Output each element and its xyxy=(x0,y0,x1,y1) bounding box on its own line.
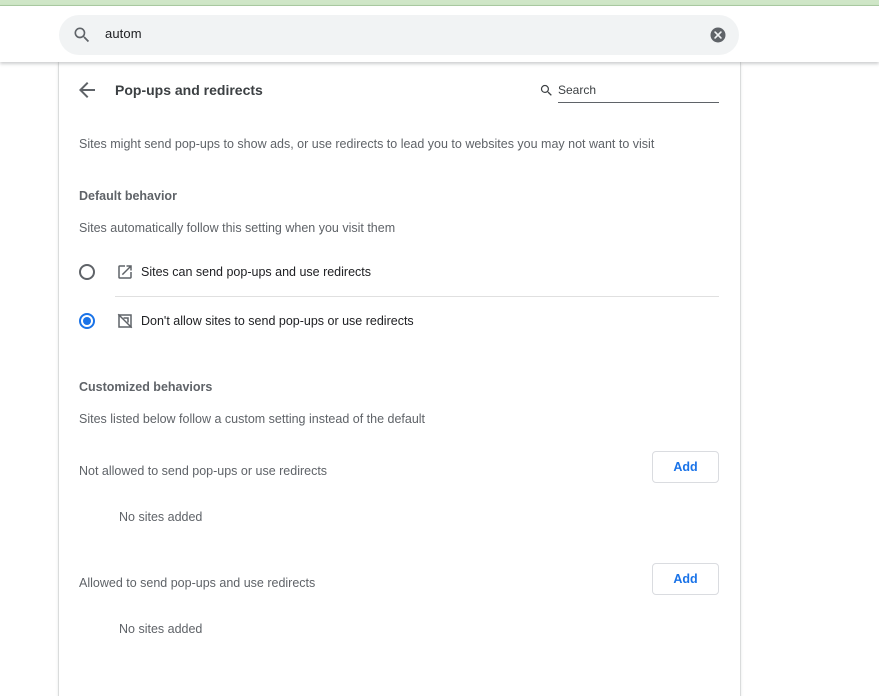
default-behavior-subtitle: Sites automatically follow this setting … xyxy=(79,221,396,235)
settings-search-bar[interactable]: autom xyxy=(59,15,739,55)
page-description: Sites might send pop-ups to show ads, or… xyxy=(79,137,655,151)
add-allowed-site-button[interactable]: Add xyxy=(652,563,719,595)
back-arrow-icon[interactable] xyxy=(75,78,99,102)
customized-behaviors-subtitle: Sites listed below follow a custom setti… xyxy=(79,412,426,426)
open-in-new-icon xyxy=(118,265,132,279)
allowed-sites-label: Allowed to send pop-ups and use redirect… xyxy=(79,576,316,590)
radio-block-popups[interactable]: Don't allow sites to send pop-ups or use… xyxy=(79,301,719,341)
settings-card: Pop-ups and redirects Sites might send p… xyxy=(59,62,740,696)
radio-button-selected[interactable] xyxy=(79,313,95,329)
blocked-popup-icon xyxy=(117,313,133,329)
radio-label: Sites can send pop-ups and use redirects xyxy=(141,265,371,279)
add-blocked-site-button[interactable]: Add xyxy=(652,451,719,483)
divider xyxy=(115,296,719,297)
blocked-sites-empty: No sites added xyxy=(119,510,203,524)
page-title: Pop-ups and redirects xyxy=(115,82,263,98)
radio-button[interactable] xyxy=(79,264,95,280)
default-behavior-heading: Default behavior xyxy=(79,189,177,203)
customized-behaviors-heading: Customized behaviors xyxy=(79,380,213,394)
blocked-sites-label: Not allowed to send pop-ups or use redir… xyxy=(79,464,328,478)
radio-allow-popups[interactable]: Sites can send pop-ups and use redirects xyxy=(79,252,719,292)
site-search xyxy=(539,79,719,103)
search-icon xyxy=(74,27,90,43)
settings-header: autom xyxy=(0,5,879,62)
clear-search-icon[interactable] xyxy=(708,25,728,45)
search-icon xyxy=(540,84,552,96)
radio-label: Don't allow sites to send pop-ups or use… xyxy=(141,314,414,328)
allowed-sites-empty: No sites added xyxy=(119,622,203,636)
site-search-input[interactable] xyxy=(558,79,719,103)
search-query[interactable]: autom xyxy=(105,26,142,41)
